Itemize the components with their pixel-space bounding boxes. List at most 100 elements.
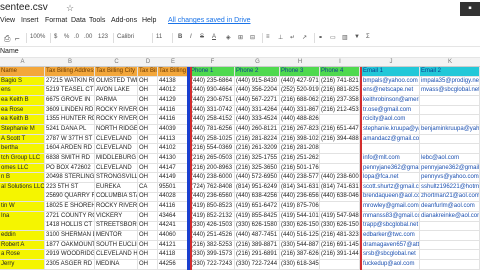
table-cell[interactable]: tch Group LLC [0,153,45,163]
strikethrough-button[interactable]: S [200,34,204,40]
table-cell[interactable]: mmanss83@gmail.com [362,211,420,221]
bold-button[interactable]: B [178,34,182,40]
text-color-button[interactable]: A [212,34,216,40]
column-header-b[interactable]: B [45,59,95,65]
table-cell[interactable]: 44116 [158,105,188,115]
column-header-i[interactable]: I [320,59,360,65]
table-cell[interactable]: (440) 230-6751 [190,95,235,105]
table-cell[interactable]: (330) 626-1500 [280,221,320,231]
table-cell[interactable]: (216) 265-0503 [190,153,235,163]
table-cell[interactable]: 1355 HUNTER RD [45,115,95,125]
table-cell[interactable] [420,105,480,115]
table-cell[interactable]: pennyvs@yahoo.com [420,173,480,182]
table-cell[interactable] [420,240,480,250]
table-cell[interactable]: 1604 ARDEN RD [45,144,95,153]
italic-button[interactable]: I [190,34,192,40]
table-cell[interactable]: ROCKY RIVER [95,202,138,211]
table-cell[interactable]: 223 5TH ST [45,182,95,192]
chart-icon[interactable]: ▥ [342,34,348,41]
table-cell[interactable]: 43464 [158,211,188,221]
table-cell[interactable]: OH [138,124,158,134]
table-cell[interactable]: NORTH RIDGEV [95,124,138,134]
table-cell[interactable]: (216) 554-0369 [190,144,235,153]
table-cell[interactable]: lopa@fca.net [362,173,420,182]
table-cell[interactable]: 44060 [158,231,188,240]
table-cell[interactable]: 44121 [158,240,188,250]
table-cell[interactable]: (216) 481-3232 [320,231,360,240]
table-cell[interactable]: 2721 COUNTY ROAD [45,211,95,221]
table-cell[interactable]: STRONGSVILLE [95,173,138,182]
table-cell[interactable]: srsb@sbcglobal.net [362,250,420,260]
table-cell[interactable]: (440) 915-8430 [235,76,280,86]
table-cell[interactable]: al Solutions LLC [0,182,45,192]
table-cell[interactable]: (216) 389-8871 [235,240,280,250]
table-cell[interactable]: MIDDLEBURG HT [95,153,138,163]
table-cell[interactable]: 44116 [158,115,188,125]
table-cell[interactable]: OH [138,231,158,240]
table-cell[interactable]: (440) 638-4256 [235,192,280,202]
table-cell[interactable]: Robert A [0,240,45,250]
table-cell[interactable]: tin W [0,202,45,211]
table-cell[interactable] [420,250,480,260]
table-cell[interactable]: 44149 [158,173,188,182]
table-cell[interactable]: rcicity@aol.com [362,115,420,125]
menu-format[interactable]: Format [45,17,67,24]
merge-icon[interactable]: ⊟ [250,34,255,41]
table-cell[interactable]: (330) 426-1503 [190,221,235,231]
table-cell[interactable]: MENTOR [95,231,138,240]
table-cell[interactable]: (216) 291-6891 [235,250,280,260]
table-cell[interactable]: (440) 236-6560 [190,192,235,202]
table-cell[interactable]: (216) 881-8257 [320,86,360,96]
table-cell[interactable] [362,144,420,153]
table-cell[interactable] [420,115,480,125]
table-cell[interactable] [420,231,480,240]
table-cell[interactable]: ROCKY RIVER [95,115,138,125]
header-cell[interactable]: Tax Bil [138,67,158,76]
table-cell[interactable]: (440) 331-4264 [235,105,280,115]
table-cell[interactable]: 27215 WATKIN RE [45,76,95,86]
table-cell[interactable]: 18025 E SHOREHAM [45,202,95,211]
table-cell[interactable]: (440) 238-6000 [320,173,360,182]
comments-icon[interactable]: ▪ [460,2,480,16]
table-cell[interactable]: (419) 852-2132 [190,211,235,221]
table-cell[interactable] [320,153,360,163]
table-cell[interactable]: OH [138,163,158,173]
table-cell[interactable]: (419) 855-8425 [235,211,280,221]
table-cell[interactable]: 1877 OAKMOUNT RD [45,240,95,250]
table-cell[interactable]: OH [138,144,158,153]
table-cell[interactable]: (216) 212-4536 [320,105,360,115]
paint-format-icon[interactable]: ⌐ [15,34,20,43]
table-cell[interactable]: (440) 516-1253 [280,231,320,240]
table-cell[interactable]: 44113 [158,134,188,144]
table-cell[interactable]: bmpals@yahoo.com [362,76,420,86]
table-cell[interactable]: (216) 200-8963 [190,163,235,173]
document-title[interactable]: sentee.csv [0,2,48,13]
table-cell[interactable]: (419) 547-9480 [320,211,360,221]
table-cell[interactable]: MEDINA [95,260,138,269]
table-cell[interactable]: (440) 260-8121 [235,124,280,134]
table-cell[interactable]: A Scott T [0,134,45,144]
table-cell[interactable]: PARMA [95,95,138,105]
table-cell[interactable]: EUREKA [95,182,138,192]
header-cell[interactable]: Phone 4 [320,67,360,76]
table-cell[interactable] [420,221,480,231]
table-cell[interactable]: 25690 QUARRY RID [45,192,95,202]
table-cell[interactable] [320,144,360,153]
table-cell[interactable]: CA [138,182,158,192]
table-cell[interactable]: OH [138,221,158,231]
borders-icon[interactable]: ⊞ [238,34,243,41]
table-cell[interactable]: OH [138,202,158,211]
table-cell[interactable]: mvass@sbcglobal.net [420,86,480,96]
table-cell[interactable]: (814) 951-6249 [235,182,280,192]
table-cell[interactable]: 6675 GROVE IN [45,95,95,105]
table-cell[interactable]: (216) 325-3650 [235,163,280,173]
table-cell[interactable]: OH [138,240,158,250]
table-cell[interactable]: (216) 267-8231 [280,124,320,134]
table-cell[interactable]: (330) 722-7244 [235,260,280,269]
table-cell[interactable]: (216) 261-3209 [235,144,280,153]
table-cell[interactable]: (330) 618-3456 [280,260,320,269]
table-cell[interactable]: (440) 930-4664 [190,86,235,96]
table-cell[interactable]: (216) 382-5253 [190,240,235,250]
header-cell[interactable]: Email 1 [362,67,420,76]
table-cell[interactable]: 3609 LINDEN RD [45,105,95,115]
